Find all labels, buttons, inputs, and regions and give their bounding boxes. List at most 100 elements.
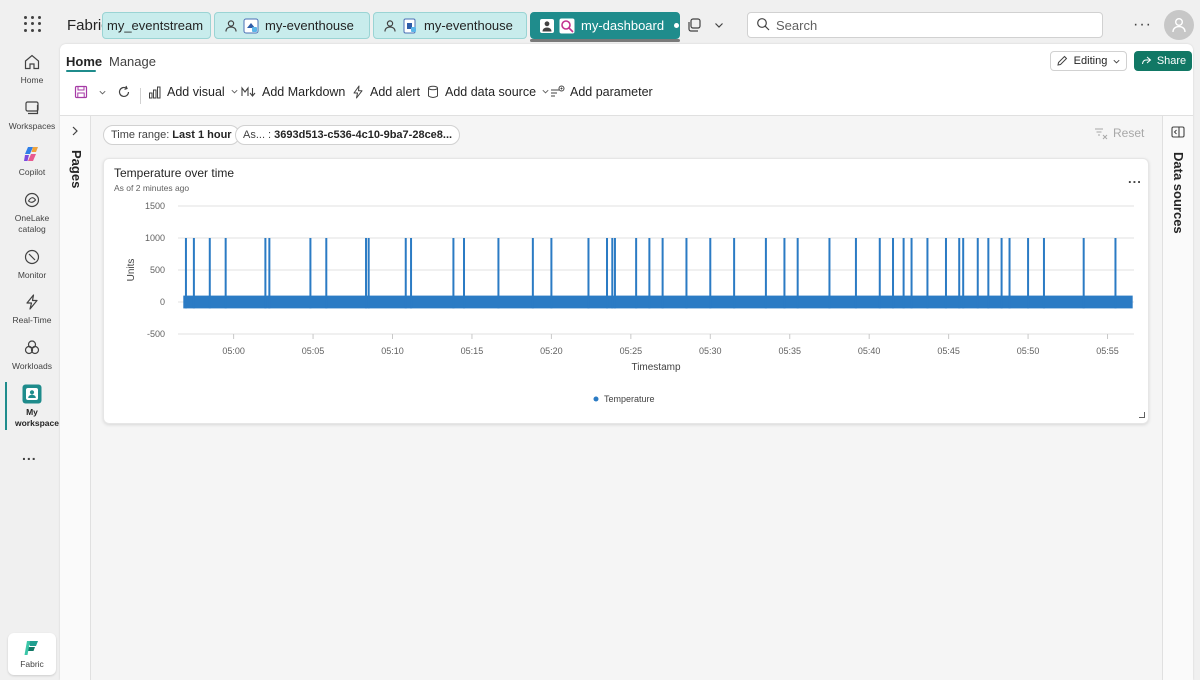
data-sources-pane[interactable]: Data sources (1162, 116, 1193, 680)
chevron-right-icon[interactable] (70, 125, 80, 140)
tab-label: my-eventhouse (424, 18, 513, 33)
x-tick-label: 05:25 (620, 346, 643, 356)
add-alert-button[interactable]: Add alert (351, 85, 420, 99)
save-icon (74, 85, 88, 99)
reset-button[interactable]: Reset (1094, 126, 1144, 140)
x-tick-label: 05:45 (937, 346, 960, 356)
tab-label: my_eventstream (107, 18, 204, 33)
share-button[interactable]: Share (1134, 51, 1192, 71)
refresh-button[interactable] (117, 85, 131, 99)
chevron-down-icon (541, 87, 550, 98)
kql-database-icon (402, 18, 418, 34)
filter-reset-icon (1094, 127, 1108, 140)
tab-manage[interactable]: Manage (109, 54, 156, 69)
x-tick-label: 05:15 (461, 346, 484, 356)
refresh-icon (117, 85, 131, 99)
app-launcher-icon[interactable] (22, 14, 42, 34)
legend-label: Temperature (604, 394, 655, 404)
temperature-line-chart: 1500 1000 500 0 -500 05:00 05:05 05:10 05:15 05:2… (126, 201, 1134, 404)
copy-tabs-icon[interactable] (684, 15, 704, 35)
chevron-down-icon[interactable] (709, 15, 729, 35)
workloads-icon (22, 338, 42, 358)
tab-eventstream[interactable]: my_eventstream (102, 12, 211, 39)
y-tick-label: -500 (147, 329, 165, 339)
rail-item-my-workspace[interactable]: My workspace (4, 384, 60, 429)
save-options-chevron-icon[interactable] (98, 88, 107, 97)
home-icon (22, 52, 42, 72)
y-tick-label: 500 (150, 265, 165, 275)
search-input[interactable] (776, 17, 1076, 33)
tab-eventhouse-2[interactable]: my-eventhouse (373, 12, 527, 39)
tab-eventhouse-1[interactable]: my-eventhouse (214, 12, 370, 39)
main-canvas: Home Manage Editing Share Add visual Add… (60, 44, 1193, 680)
search-box[interactable] (747, 12, 1103, 38)
save-button[interactable] (74, 85, 88, 99)
legend-marker (593, 396, 599, 402)
visual-tile-temperature[interactable]: Temperature over time As of 2 minutes ag… (103, 158, 1149, 424)
onelake-catalog-icon (22, 190, 42, 210)
time-range-filter[interactable]: Time range: Last 1 hour (103, 125, 240, 145)
top-bar: Fabric my_eventstream my-eventhouse my-e… (0, 0, 1200, 50)
pages-pane[interactable]: Pages (60, 116, 91, 680)
more-icon[interactable]: ... (22, 447, 37, 463)
database-icon (426, 85, 440, 99)
lightning-icon (22, 292, 42, 312)
add-markdown-button[interactable]: Add Markdown (241, 85, 345, 99)
parameter-label: As... : (243, 129, 272, 141)
fabric-switcher[interactable]: Fabric (8, 633, 56, 675)
rail-item-label: Home (20, 75, 44, 85)
tabs-scrollbar[interactable] (530, 39, 680, 42)
time-range-value: Last 1 hour (172, 129, 232, 141)
x-tick-label: 05:05 (302, 346, 325, 356)
active-tab-indicator (66, 70, 96, 72)
rail-item-workspaces[interactable]: Workspaces (4, 98, 60, 132)
tab-label: my-eventhouse (265, 18, 354, 33)
add-parameter-button[interactable]: Add parameter (550, 85, 653, 99)
unsaved-indicator (674, 23, 679, 28)
rail-item-real-time[interactable]: Real-Time (4, 292, 60, 326)
x-axis-label: Timestamp (631, 362, 681, 373)
tab-dashboard[interactable]: my-dashboard (530, 12, 680, 39)
add-visual-button[interactable]: Add visual (148, 85, 239, 99)
rail-item-label: OneLake catalog (14, 213, 50, 234)
y-axis-label: Units (126, 259, 137, 282)
ribbon-tabs: Home Manage Editing Share (60, 44, 1193, 74)
bar-chart-icon (148, 85, 162, 99)
resize-handle-icon[interactable] (1139, 412, 1145, 418)
tab-home[interactable]: Home (66, 54, 102, 69)
panel-toggle-icon[interactable] (1171, 126, 1185, 141)
x-tick-label: 05:30 (699, 346, 722, 356)
rail-item-copilot[interactable]: Copilot (4, 144, 60, 178)
rail-item-label: Workloads (12, 361, 52, 371)
dashboard-content: Pages Time range: Last 1 hour As... : 36… (60, 115, 1193, 680)
add-data-source-label: Add data source (445, 85, 537, 99)
chevron-down-icon (1112, 57, 1121, 66)
add-data-source-button[interactable]: Add data source (426, 85, 550, 99)
x-tick-label: 05:00 (222, 346, 245, 356)
left-navigation-rail: Home Workspaces Copilot OneLake catalog … (0, 42, 62, 680)
x-tick-label: 05:20 (540, 346, 563, 356)
parameter-icon (550, 85, 565, 99)
editing-label: Editing (1073, 55, 1108, 67)
add-parameter-label: Add parameter (570, 85, 653, 99)
x-tick-label: 05:50 (1017, 346, 1040, 356)
fabric-label: Fabric (20, 659, 44, 669)
toolbar: Add visual Add Markdown Add alert Add da… (60, 78, 1193, 108)
rail-item-workloads[interactable]: Workloads (4, 338, 60, 372)
alert-lightning-icon (351, 85, 365, 99)
y-tick-label: 1000 (145, 233, 165, 243)
dashboard-icon (559, 18, 575, 34)
pages-label[interactable]: Pages (69, 150, 84, 188)
more-options-icon[interactable]: ··· (1133, 16, 1152, 34)
search-icon (756, 17, 770, 34)
add-visual-label: Add visual (167, 85, 225, 99)
workspace-user-icon (539, 18, 555, 34)
parameter-filter[interactable]: As... : 3693d513-c536-4c10-9ba7-28ce8... (235, 125, 461, 145)
rail-item-monitor[interactable]: Monitor (4, 247, 60, 281)
x-tick-label: 05:40 (858, 346, 881, 356)
rail-item-home[interactable]: Home (4, 52, 60, 86)
data-sources-label[interactable]: Data sources (1171, 152, 1186, 234)
rail-item-onelake-catalog[interactable]: OneLake catalog (4, 190, 60, 235)
editing-mode-button[interactable]: Editing (1050, 51, 1127, 71)
avatar[interactable] (1164, 10, 1194, 40)
